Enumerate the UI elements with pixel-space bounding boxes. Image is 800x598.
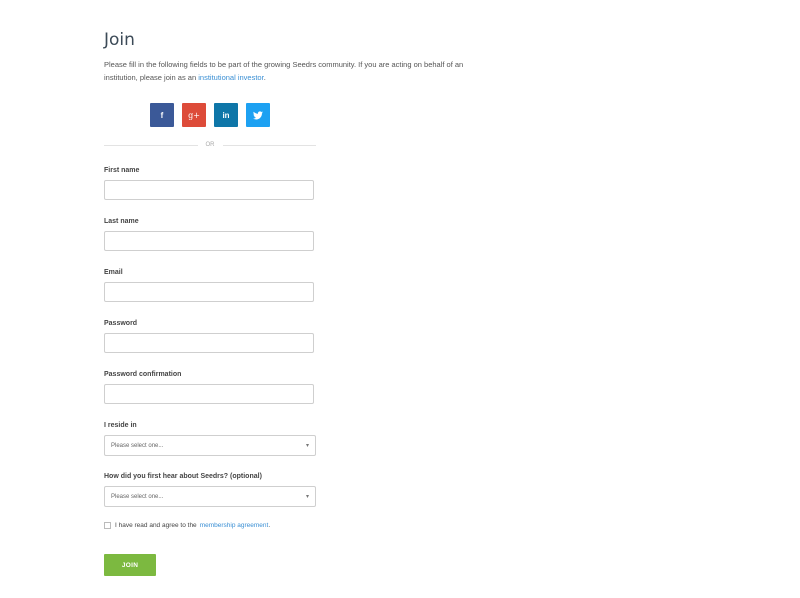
intro-text-before: Please fill in the following fields to b…: [104, 60, 464, 82]
password-confirmation-label: Password confirmation: [104, 371, 182, 378]
password-label: Password: [104, 320, 138, 327]
chevron-down-icon: ▾: [305, 494, 309, 500]
reside-select[interactable]: Please select one... ▾: [104, 435, 316, 456]
facebook-button[interactable]: f: [150, 103, 174, 127]
divider-line-left: [104, 144, 198, 146]
join-page: Join Please fill in the following fields…: [0, 0, 800, 598]
agreement-text: I have read and agree to the: [115, 522, 197, 529]
google-plus-button[interactable]: g+: [182, 103, 206, 127]
intro-text: Please fill in the following fields to b…: [104, 58, 484, 84]
email-input[interactable]: [104, 282, 314, 302]
agreement-row: I have read and agree to the membership …: [104, 522, 270, 529]
first-name-label: First name: [104, 167, 140, 174]
agreement-checkbox[interactable]: [104, 522, 111, 529]
last-name-input[interactable]: [104, 231, 314, 251]
twitter-icon: [253, 110, 263, 119]
reside-label: I reside in: [104, 422, 137, 429]
divider-line-right: [222, 144, 316, 146]
agreement-suffix: .: [268, 522, 271, 529]
institutional-investor-link[interactable]: institutional investor: [198, 73, 263, 82]
intro-text-after: .: [263, 73, 266, 82]
first-name-input[interactable]: [104, 180, 314, 200]
reside-selected-value: Please select one...: [111, 442, 164, 449]
password-confirmation-input[interactable]: [104, 384, 314, 404]
twitter-button[interactable]: [246, 103, 270, 127]
join-button[interactable]: JOIN: [104, 554, 156, 576]
heard-about-label: How did you first hear about Seedrs? (op…: [104, 473, 262, 480]
facebook-icon: f: [160, 110, 164, 120]
heard-about-selected-value: Please select one...: [111, 493, 164, 500]
chevron-down-icon: ▾: [305, 443, 309, 449]
page-title: Join: [104, 30, 135, 50]
last-name-label: Last name: [104, 218, 139, 225]
password-input[interactable]: [104, 333, 314, 353]
linkedin-button[interactable]: in: [214, 103, 238, 127]
membership-agreement-link[interactable]: membership agreement: [200, 522, 269, 529]
google-plus-icon: g+: [188, 110, 200, 120]
or-label: OR: [205, 142, 215, 148]
or-divider: OR: [104, 140, 316, 150]
linkedin-icon: in: [222, 110, 230, 120]
social-login-buttons: f g+ in: [150, 103, 270, 127]
heard-about-select[interactable]: Please select one... ▾: [104, 486, 316, 507]
email-label: Email: [104, 269, 123, 276]
